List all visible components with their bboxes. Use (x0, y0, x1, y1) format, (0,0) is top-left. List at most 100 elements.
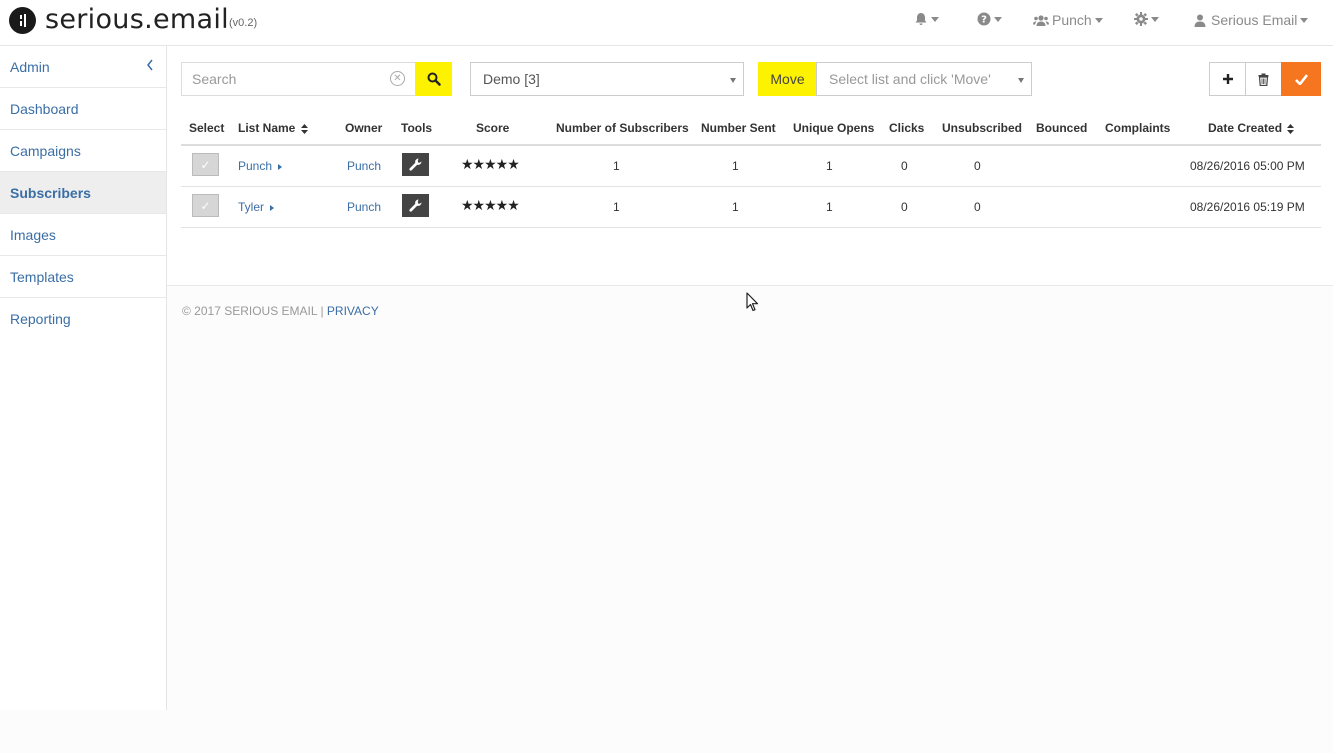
subscribers-count: 1 (613, 159, 620, 173)
sidebar-item-label: Subscribers (10, 184, 91, 201)
app-name[interactable]: serious.email (45, 4, 229, 35)
logo-icon (9, 7, 36, 34)
svg-text:?: ? (981, 15, 987, 26)
header-unique-opens: Unique Opens (793, 121, 875, 135)
move-target-select[interactable]: Select list and click 'Move' (816, 62, 1032, 96)
sidebar: Admin Dashboard Campaigns Subscribers Im… (0, 46, 167, 710)
sidebar-item-dashboard[interactable]: Dashboard (0, 88, 166, 130)
team-menu[interactable]: Punch (1033, 12, 1103, 28)
list-select[interactable]: Demo [3] (470, 62, 744, 96)
sidebar-item-label: Dashboard (10, 100, 79, 117)
expand-arrow-icon[interactable] (278, 163, 283, 170)
header-sent: Number Sent (701, 121, 776, 135)
wrench-icon (409, 158, 422, 171)
user-menu[interactable]: Serious Email (1194, 12, 1309, 28)
sidebar-item-reporting[interactable]: Reporting (0, 298, 166, 340)
unsubscribed-count: 0 (974, 200, 981, 214)
tools-button[interactable] (402, 194, 429, 217)
search-input[interactable] (182, 63, 412, 95)
settings-menu[interactable] (1134, 12, 1159, 26)
score-stars: ★★★★★ (461, 197, 520, 213)
sidebar-item-admin[interactable]: Admin (0, 46, 166, 88)
header-list-name[interactable]: List Name (238, 121, 308, 135)
main-content: ✕ Demo [3] Move Select list and click 'M… (167, 46, 1333, 286)
top-navbar: serious.email (v0.2) ? Punch Serious Ema… (0, 0, 1333, 46)
list-name-link[interactable]: Tyler (238, 200, 275, 214)
header-score: Score (476, 121, 510, 135)
subscribers-count: 1 (613, 200, 620, 214)
wrench-icon (409, 199, 422, 212)
footer: © 2017 SERIOUS EMAIL | PRIVACY (182, 304, 379, 318)
plus-icon (1222, 74, 1233, 84)
chevron-down-icon (931, 16, 939, 22)
sort-icon (300, 123, 308, 134)
list-select-value: Demo [3] (483, 71, 540, 87)
users-icon (1033, 14, 1049, 26)
sidebar-item-label: Images (10, 226, 56, 243)
owner-link[interactable]: Punch (347, 159, 381, 173)
sidebar-item-label: Campaigns (10, 142, 81, 159)
chevron-down-icon (994, 16, 1002, 22)
add-list-button[interactable] (1209, 62, 1246, 96)
header-complaints: Complaints (1105, 121, 1171, 135)
sidebar-item-subscribers[interactable]: Subscribers (0, 172, 166, 214)
chevron-left-icon[interactable] (146, 58, 154, 74)
privacy-link[interactable]: PRIVACY (327, 304, 379, 318)
clear-search-icon[interactable]: ✕ (390, 71, 405, 86)
table-row: ✓ Punch Punch ★★★★★ 1 1 1 0 0 08/26/2016… (181, 146, 1321, 187)
confirm-button[interactable] (1281, 62, 1321, 96)
opens-count: 1 (826, 159, 833, 173)
clicks-count: 0 (901, 200, 908, 214)
sidebar-item-campaigns[interactable]: Campaigns (0, 130, 166, 172)
question-circle-icon: ? (977, 12, 991, 26)
chevron-down-icon (1300, 17, 1309, 23)
table-row: ✓ Tyler Punch ★★★★★ 1 1 1 0 0 08/26/2016… (181, 187, 1321, 228)
sidebar-item-label: Templates (10, 268, 74, 285)
header-bounced: Bounced (1036, 121, 1088, 135)
gear-icon (1134, 12, 1148, 26)
app-version: (v0.2) (229, 17, 258, 29)
header-select: Select (189, 121, 225, 135)
score-stars: ★★★★★ (461, 156, 520, 172)
date-created: 08/26/2016 05:19 PM (1190, 200, 1305, 214)
clicks-count: 0 (901, 159, 908, 173)
unsubscribed-count: 0 (974, 159, 981, 173)
search-button[interactable] (415, 62, 452, 96)
chevron-down-icon (1094, 17, 1103, 23)
sidebar-item-images[interactable]: Images (0, 214, 166, 256)
tools-button[interactable] (402, 153, 429, 176)
date-created: 08/26/2016 05:00 PM (1190, 159, 1305, 173)
list-name-link[interactable]: Punch (238, 159, 283, 173)
opens-count: 1 (826, 200, 833, 214)
header-clicks: Clicks (889, 121, 925, 135)
help-menu[interactable]: ? (977, 12, 1002, 26)
header-tools: Tools (401, 121, 433, 135)
bell-icon (915, 13, 927, 25)
sidebar-item-label: Admin (10, 58, 50, 75)
mouse-cursor-icon (746, 292, 759, 312)
sort-icon (1287, 123, 1295, 134)
copyright-text: © 2017 SERIOUS EMAIL | (182, 304, 327, 318)
check-icon (1294, 73, 1308, 85)
notifications-menu[interactable] (914, 12, 939, 26)
owner-link[interactable]: Punch (347, 200, 381, 214)
sent-count: 1 (732, 200, 739, 214)
expand-arrow-icon[interactable] (270, 204, 275, 211)
search-icon (427, 72, 441, 86)
header-unsubscribed: Unsubscribed (942, 121, 1023, 135)
user-label: Serious Email (1211, 12, 1298, 28)
dropdown-arrow-icon (1018, 78, 1024, 83)
sidebar-item-templates[interactable]: Templates (0, 256, 166, 298)
header-subscribers: Number of Subscribers (556, 121, 689, 135)
team-label: Punch (1052, 12, 1092, 28)
trash-icon (1258, 73, 1269, 86)
row-select-checkbox[interactable]: ✓ (192, 153, 219, 176)
user-icon (1194, 14, 1206, 27)
move-target-placeholder: Select list and click 'Move' (829, 71, 991, 87)
delete-button[interactable] (1245, 62, 1282, 96)
chevron-down-icon (1151, 16, 1159, 22)
search-box: ✕ (181, 62, 416, 96)
move-button[interactable]: Move (758, 62, 817, 96)
header-date-created[interactable]: Date Created (1208, 121, 1295, 135)
row-select-checkbox[interactable]: ✓ (192, 194, 219, 217)
